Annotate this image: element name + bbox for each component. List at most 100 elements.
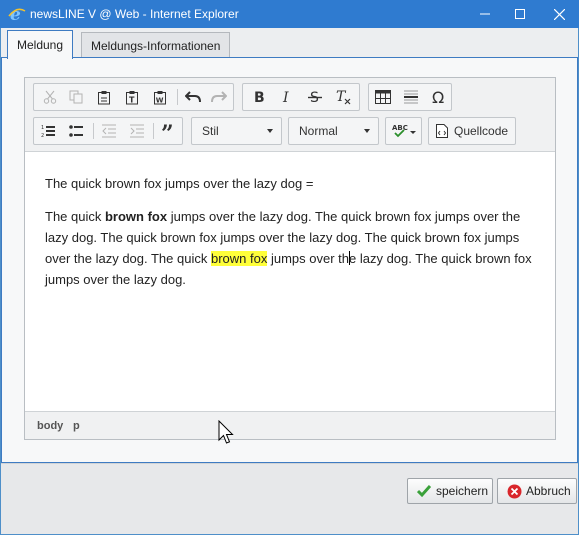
tab-meldung[interactable]: Meldung <box>7 30 74 59</box>
table-icon <box>375 90 391 104</box>
paragraph-2-text-3: jumps over th <box>267 251 349 266</box>
bold-icon: B <box>254 90 265 104</box>
toolbar-separator <box>93 123 94 139</box>
bulleted-list-button[interactable] <box>62 118 90 144</box>
lists-group: 12 ” <box>33 117 183 145</box>
svg-text:1: 1 <box>41 125 44 131</box>
basic-styles-group: B I S T <box>242 83 360 111</box>
rich-text-editor: T W B I T Ω 1 2 ” Stil Normal ABC Quellc… <box>24 77 556 440</box>
special-char-button[interactable]: Ω <box>425 84 453 110</box>
path-item-body[interactable]: body <box>37 420 63 432</box>
tab-meldungs-informationen[interactable]: Meldungs-Informationen <box>81 32 231 58</box>
spellcheck-icon: ABC <box>392 124 416 138</box>
toolbar-separator <box>177 89 178 105</box>
ie-window: e newsLINE V @ Web - Internet Explorer M… <box>0 0 579 535</box>
close-icon <box>553 8 565 20</box>
svg-text:”: ” <box>161 124 174 138</box>
numbered-list-icon: 12 <box>41 125 55 138</box>
paste-text-button[interactable]: T <box>118 84 146 110</box>
bold-button[interactable]: B <box>245 84 273 110</box>
paste-icon <box>98 90 110 104</box>
remove-format-icon: T <box>336 89 351 105</box>
strikethrough-button[interactable]: S <box>301 84 329 110</box>
paste-button[interactable] <box>90 84 118 110</box>
checkmark-icon <box>417 485 431 498</box>
paragraph-2: The quick brown fox jumps over the lazy … <box>45 206 540 290</box>
source-button-label: Quellcode <box>454 124 509 138</box>
chevron-down-icon <box>267 129 273 133</box>
highlighted-text: brown fox <box>210 251 268 266</box>
svg-text:W: W <box>156 96 164 104</box>
undo-button[interactable] <box>179 84 207 110</box>
blockquote-button[interactable]: ” <box>155 118 183 144</box>
source-group: Quellcode <box>428 117 516 145</box>
bold-text: brown fox <box>104 209 168 224</box>
cancel-icon <box>507 484 522 499</box>
title-bar[interactable]: e newsLINE V @ Web - Internet Explorer <box>0 0 579 28</box>
dialog-footer: speichern Abbruch <box>1 463 578 534</box>
close-button[interactable] <box>539 0 579 28</box>
clipboard-group: T W <box>33 83 234 111</box>
cut-button[interactable] <box>36 84 64 110</box>
tab-panel-meldung: T W B I T Ω 1 2 ” Stil Normal ABC Quellc… <box>1 58 578 463</box>
source-button[interactable]: Quellcode <box>429 118 515 144</box>
redo-button[interactable] <box>205 84 233 110</box>
cancel-button-label: Abbruch <box>526 484 571 498</box>
outdent-icon <box>102 124 116 138</box>
paste-word-button[interactable]: W <box>146 84 174 110</box>
table-button[interactable] <box>369 84 397 110</box>
editor-content-area[interactable]: The quick brown fox jumps over the lazy … <box>25 152 555 410</box>
save-button[interactable]: speichern <box>407 478 493 504</box>
minimize-button[interactable] <box>465 0 505 28</box>
indent-icon <box>130 124 144 138</box>
copy-button[interactable] <box>62 84 90 110</box>
insert-group: Ω <box>368 83 452 111</box>
svg-text:T: T <box>129 95 135 104</box>
svg-text:B: B <box>254 90 265 104</box>
paste-text-icon: T <box>126 90 138 104</box>
undo-icon <box>185 91 201 103</box>
maximize-icon <box>515 9 525 19</box>
paragraph-2-text-1: The quick <box>45 209 105 224</box>
strikethrough-icon: S <box>308 90 322 104</box>
svg-text:I: I <box>282 90 289 104</box>
window-title: newsLINE V @ Web - Internet Explorer <box>30 7 239 21</box>
source-icon <box>436 124 448 138</box>
maximize-button[interactable] <box>500 0 540 28</box>
special-char-icon: Ω <box>432 89 444 105</box>
svg-text:Ω: Ω <box>432 89 444 105</box>
horizontal-rule-button[interactable] <box>397 84 425 110</box>
svg-text:ABC: ABC <box>392 124 408 132</box>
redo-icon <box>211 91 227 103</box>
style-dropdown-value: Stil <box>202 124 219 138</box>
blockquote-icon: ” <box>161 124 174 138</box>
format-dropdown[interactable]: Normal <box>288 117 379 145</box>
mouse-pointer-icon <box>218 419 234 449</box>
copy-icon <box>69 90 83 104</box>
dialog-client: Meldung Meldungs-Informationen T W B I T… <box>1 28 578 534</box>
italic-button[interactable]: I <box>273 84 301 110</box>
minimize-icon <box>480 13 490 15</box>
format-dropdown-value: Normal <box>299 124 338 138</box>
svg-text:2: 2 <box>41 133 44 138</box>
spellcheck-button[interactable]: ABC <box>388 118 420 144</box>
cancel-button[interactable]: Abbruch <box>497 478 577 504</box>
path-item-p[interactable]: p <box>73 420 80 432</box>
bulleted-list-icon <box>69 125 83 137</box>
indent-button[interactable] <box>123 118 151 144</box>
save-button-label: speichern <box>436 484 489 498</box>
element-path-bar: body p <box>25 411 555 439</box>
outdent-button[interactable] <box>95 118 123 144</box>
horizontal-rule-icon <box>404 90 418 104</box>
style-dropdown[interactable]: Stil <box>191 117 282 145</box>
paste-word-icon: W <box>154 90 166 104</box>
chevron-down-icon <box>364 129 370 133</box>
remove-format-button[interactable]: T <box>329 84 357 110</box>
editor-toolbar: T W B I T Ω 1 2 ” Stil Normal ABC Quellc… <box>25 78 555 152</box>
numbered-list-button[interactable]: 12 <box>34 118 62 144</box>
cut-icon <box>43 90 57 104</box>
svg-text:T: T <box>336 89 347 105</box>
ie-icon: e <box>8 5 26 25</box>
spellcheck-group: ABC <box>385 117 422 145</box>
paragraph-1: The quick brown fox jumps over the lazy … <box>45 176 314 191</box>
